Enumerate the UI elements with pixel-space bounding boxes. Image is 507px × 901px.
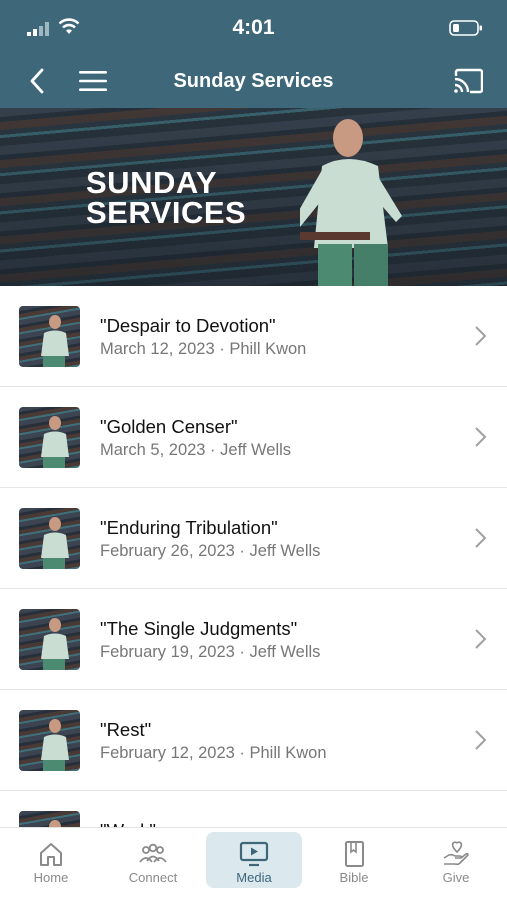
hero-title-line1: SUNDAY [86, 165, 218, 200]
speaker-image [300, 119, 402, 286]
sermon-meta: February 12, 2023 · Phill Kwon [100, 744, 327, 762]
tab-label: Bible [339, 870, 369, 885]
sermon-meta: March 5, 2023 · Jeff Wells [100, 441, 292, 459]
tab-media[interactable]: Media [206, 832, 302, 888]
list-item[interactable]: "Despair to Devotion" March 12, 2023 · P… [0, 286, 507, 387]
sermon-title: "Rest" [100, 719, 152, 740]
sermon-title: "Despair to Devotion" [100, 315, 276, 336]
cast-icon[interactable] [453, 68, 483, 94]
tab-connect[interactable]: Connect [105, 832, 201, 888]
chevron-right-icon [475, 629, 487, 649]
list-item[interactable]: "Rest" February 12, 2023 · Phill Kwon [0, 690, 507, 791]
sermon-list: "Despair to Devotion" March 12, 2023 · P… [0, 286, 507, 892]
tab-give[interactable]: Give [408, 832, 504, 888]
chevron-right-icon [475, 730, 487, 750]
chevron-right-icon [475, 427, 487, 447]
sermon-thumbnail [19, 407, 80, 468]
list-item[interactable]: "Golden Censer" March 5, 2023 · Jeff Wel… [0, 387, 507, 488]
tab-label: Media [236, 870, 272, 885]
tab-bible[interactable]: Bible [306, 832, 402, 888]
sermon-meta: February 26, 2023 · Jeff Wells [100, 542, 321, 560]
home-icon [40, 843, 62, 866]
hero-title-line2: SERVICES [86, 195, 247, 230]
sermon-thumbnail [19, 306, 80, 367]
book-icon [345, 841, 364, 867]
tab-label: Connect [128, 870, 178, 885]
tab-label: Home [33, 870, 69, 885]
battery-icon [449, 20, 482, 36]
status-time: 4:01 [232, 16, 275, 39]
sermon-title: "Enduring Tribulation" [100, 517, 278, 538]
sermon-title: "The Single Judgments" [100, 618, 298, 639]
chevron-right-icon [475, 528, 487, 548]
sermon-thumbnail [19, 710, 80, 771]
tab-home[interactable]: Home [3, 832, 99, 888]
list-item[interactable]: "The Single Judgments" February 19, 2023… [0, 589, 507, 690]
sermon-title: "Golden Censer" [100, 416, 238, 437]
sermon-meta: March 12, 2023 · Phill Kwon [100, 340, 307, 358]
heart-hand-icon [443, 841, 469, 866]
sermon-thumbnail [19, 609, 80, 670]
chevron-right-icon [475, 326, 487, 346]
media-icon [239, 841, 269, 867]
sermon-meta: February 19, 2023 · Jeff Wells [100, 643, 321, 661]
list-item[interactable]: "Enduring Tribulation" February 26, 2023… [0, 488, 507, 589]
top-bar: 4:01 Sunday Services [0, 0, 507, 108]
people-icon [139, 843, 167, 863]
hero-title: SUNDAY SERVICES [86, 165, 247, 230]
sermon-thumbnail [19, 508, 80, 569]
page-title: Sunday Services [173, 70, 334, 92]
tab-label: Give [442, 870, 470, 885]
bottom-tab-bar: Home Connect Media Bible Give [0, 827, 507, 901]
hero-banner: SUNDAY SERVICES [0, 108, 507, 286]
